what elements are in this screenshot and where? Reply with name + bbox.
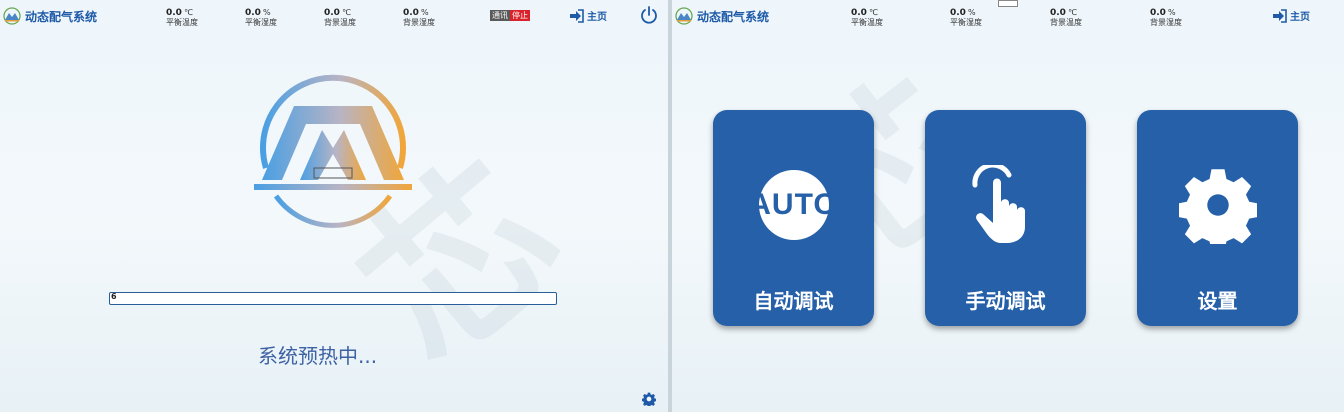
auto-icon-text: AUTO — [749, 188, 838, 221]
manual-debug-card[interactable]: 手动调试 — [925, 110, 1086, 326]
stat-value: 0.0 — [1050, 8, 1066, 18]
stat-value: 0.0 — [324, 8, 340, 18]
stat-value: 0.0 — [851, 8, 867, 18]
auto-debug-card[interactable]: AUTO 自动调试 — [713, 110, 874, 326]
stat-label: 平衡温度 — [166, 18, 198, 27]
app-brand: 动态配气系统 — [674, 6, 769, 26]
stat-label: 背景湿度 — [1150, 18, 1182, 27]
app-brand: 动态配气系统 — [2, 6, 97, 26]
stat-label: 平衡湿度 — [245, 18, 277, 27]
app-title: 动态配气系统 — [697, 9, 770, 24]
stat-value: 0.0 — [950, 8, 966, 18]
stat-value: 0.0 — [245, 8, 261, 18]
home-label: 主页 — [1290, 12, 1310, 23]
stat-background-humidity: 0.0% 背景湿度 — [1150, 5, 1182, 28]
power-icon[interactable] — [639, 5, 659, 25]
home-button[interactable]: 主页 — [569, 8, 607, 23]
company-logo — [254, 74, 412, 228]
stat-label: 背景湿度 — [403, 18, 435, 27]
card-label: 手动调试 — [965, 289, 1046, 313]
home-button[interactable]: 主页 — [1272, 8, 1310, 23]
card-label: 自动调试 — [753, 289, 834, 313]
comm-status: 停止 — [510, 10, 530, 21]
comm-status-badge: 通讯 停止 — [490, 10, 530, 21]
comm-label: 通讯 — [490, 10, 510, 21]
stat-label: 背景温度 — [324, 18, 356, 27]
stat-value: 0.0 — [166, 8, 182, 18]
stat-value: 0.0 — [403, 8, 419, 18]
card-label: 设置 — [1197, 289, 1238, 313]
stat-value: 0.0 — [1150, 8, 1166, 18]
right-screen: 芯 动态配气系统 0.0 ℃ 平衡温度 0.0% 平衡湿度 0.0 ℃ 背景温度 0… — [672, 0, 1344, 412]
settings-card[interactable]: 设置 — [1137, 110, 1298, 326]
stat-background-temp: 0.0 ℃ 背景温度 — [1050, 5, 1082, 28]
hand-pointer-icon — [972, 165, 1025, 243]
stat-unit: % — [262, 8, 271, 17]
home-label: 主页 — [587, 12, 607, 23]
window-indicator — [998, 0, 1018, 7]
stat-unit: ℃ — [183, 8, 193, 17]
progress-value: 6 — [111, 292, 117, 301]
sign-in-icon — [1273, 8, 1287, 23]
app-logo-icon — [675, 7, 693, 25]
app-logo-icon — [3, 7, 21, 25]
stat-label: 平衡温度 — [851, 18, 883, 27]
stat-unit: % — [420, 8, 429, 17]
stat-background-temp: 0.0 ℃ 背景温度 — [324, 5, 356, 28]
stat-unit: ℃ — [868, 8, 878, 17]
stat-unit: ℃ — [1067, 8, 1077, 17]
stat-label: 背景温度 — [1050, 18, 1082, 27]
gear-icon — [1179, 169, 1257, 244]
left-screen: 芯 动态配气系统 0.0 ℃ 平衡温度 0.0% 平衡湿度 0.0 ℃ 背景温度 0… — [0, 0, 668, 412]
stat-balance-temp: 0.0 ℃ 平衡温度 — [166, 5, 198, 28]
app-title: 动态配气系统 — [25, 9, 98, 24]
stat-background-humidity: 0.0% 背景湿度 — [403, 5, 435, 28]
stat-balance-humidity: 0.0% 平衡湿度 — [245, 5, 277, 28]
stat-balance-temp: 0.0 ℃ 平衡温度 — [851, 5, 883, 28]
sign-in-icon — [570, 8, 584, 23]
progress-bar: 6 — [109, 292, 557, 305]
settings-gear-icon[interactable] — [642, 392, 656, 406]
stat-label: 平衡湿度 — [950, 18, 982, 27]
stat-unit: ℃ — [341, 8, 351, 17]
stat-unit: % — [967, 8, 976, 17]
status-message: 系统预热中... — [258, 344, 378, 368]
stat-balance-humidity: 0.0% 平衡湿度 — [950, 5, 982, 28]
stat-unit: % — [1167, 8, 1176, 17]
